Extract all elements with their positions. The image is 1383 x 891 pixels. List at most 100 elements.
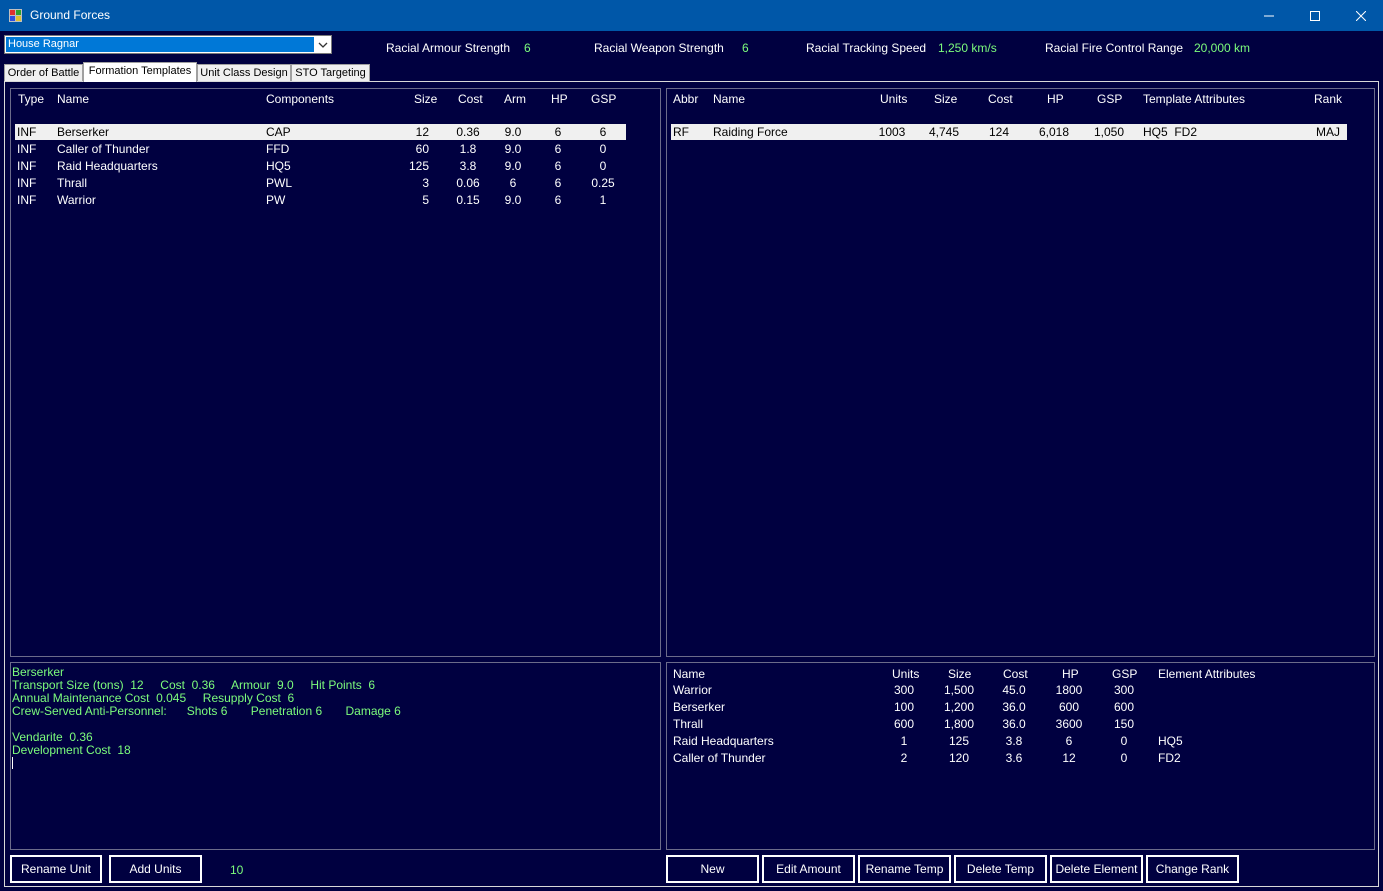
col-header-gsp[interactable]: GSP	[1112, 667, 1137, 681]
cell-type: INF	[17, 159, 37, 173]
unit-class-row[interactable]: INF Warrior PW 5 0.15 9.0 6 1	[15, 192, 626, 208]
unit-class-row[interactable]: INF Berserker CAP 12 0.36 9.0 6 6	[15, 124, 626, 140]
tab-formation-templates[interactable]: Formation Templates	[83, 62, 197, 82]
cell-arm: 9.0	[504, 142, 522, 156]
cell-size: 5	[422, 193, 429, 207]
cell-name: Berserker	[673, 700, 726, 714]
cell-gsp: 300	[1113, 683, 1135, 697]
col-header-gsp[interactable]: GSP	[591, 92, 616, 106]
cell-name: Warrior	[673, 683, 712, 697]
cell-units: 1	[900, 734, 908, 748]
col-header-type[interactable]: Type	[18, 92, 44, 106]
cell-size: 1,200	[943, 700, 975, 714]
edit-amount-button[interactable]: Edit Amount	[762, 855, 855, 883]
cell-cost: 45.0	[1002, 683, 1026, 697]
unit-class-row[interactable]: INF Caller of Thunder FFD 60 1.8 9.0 6 0	[15, 141, 626, 157]
race-dropdown[interactable]: House Ragnar	[4, 35, 332, 54]
tab-unit-class-design[interactable]: Unit Class Design	[197, 64, 291, 81]
cell-arm: 9.0	[504, 193, 522, 207]
chevron-down-icon	[318, 42, 328, 48]
cell-cost: 124	[988, 125, 1010, 139]
cell-cost: 0.36	[456, 125, 480, 139]
cell-size: 12	[415, 125, 429, 139]
col-header-gsp[interactable]: GSP	[1097, 92, 1122, 106]
col-header-abbr[interactable]: Abbr	[673, 92, 698, 106]
new-template-button[interactable]: New	[666, 855, 759, 883]
rename-template-button[interactable]: Rename Temp	[858, 855, 951, 883]
col-header-hp[interactable]: HP	[1047, 92, 1064, 106]
col-header-element-attributes[interactable]: Element Attributes	[1158, 667, 1255, 681]
cell-element-attributes: HQ5	[1158, 734, 1183, 748]
col-header-name[interactable]: Name	[673, 667, 705, 681]
minimize-icon	[1264, 15, 1274, 16]
element-row[interactable]: Caller of Thunder 2 120 3.6 12 0 FD2	[671, 750, 1351, 766]
add-units-amount[interactable]: 10	[230, 863, 243, 877]
col-header-rank[interactable]: Rank	[1314, 92, 1342, 106]
cell-components: PW	[266, 193, 286, 207]
cell-rank: MAJ	[1316, 125, 1340, 139]
maximize-button[interactable]	[1292, 0, 1338, 31]
col-header-arm[interactable]: Arm	[504, 92, 526, 106]
cell-hp: 6	[1065, 734, 1073, 748]
col-header-name[interactable]: Name	[713, 92, 745, 106]
col-header-size[interactable]: Size	[948, 667, 971, 681]
col-header-size[interactable]: Size	[934, 92, 957, 106]
cell-components: HQ5	[266, 159, 291, 173]
cell-gsp: 150	[1113, 717, 1135, 731]
col-header-hp[interactable]: HP	[1062, 667, 1079, 681]
col-header-cost[interactable]: Cost	[988, 92, 1013, 106]
element-row[interactable]: Berserker 100 1,200 36.0 600 600	[671, 699, 1351, 715]
cell-units: 2	[900, 751, 908, 765]
tab-sto-targeting[interactable]: STO Targeting	[291, 64, 370, 81]
tab-order-of-battle[interactable]: Order of Battle	[4, 64, 83, 81]
col-header-template-attributes[interactable]: Template Attributes	[1143, 92, 1245, 106]
col-header-name[interactable]: Name	[57, 92, 89, 106]
minimize-button[interactable]	[1246, 0, 1292, 31]
title-bar: Ground Forces	[0, 0, 1383, 31]
col-header-cost[interactable]: Cost	[458, 92, 483, 106]
cell-hp: 1800	[1055, 683, 1083, 697]
cell-units: 600	[893, 717, 915, 731]
app-icon	[9, 9, 22, 22]
col-header-units[interactable]: Units	[892, 667, 919, 681]
cell-cost: 0.15	[456, 193, 480, 207]
element-row[interactable]: Thrall 600 1,800 36.0 3600 150	[671, 716, 1351, 732]
cell-arm: 6	[509, 176, 517, 190]
unit-class-row[interactable]: INF Thrall PWL 3 0.06 6 6 0.25	[15, 175, 626, 191]
cell-hp: 3600	[1055, 717, 1083, 731]
cell-gsp: 0	[599, 159, 607, 173]
col-header-units[interactable]: Units	[880, 92, 907, 106]
col-header-cost[interactable]: Cost	[1003, 667, 1028, 681]
cell-hp: 6	[554, 176, 562, 190]
col-header-components[interactable]: Components	[266, 92, 334, 106]
rename-unit-button[interactable]: Rename Unit	[10, 855, 102, 883]
cell-template-attributes: HQ5 FD2	[1143, 125, 1198, 139]
template-list[interactable]	[666, 88, 1375, 657]
unit-class-row[interactable]: INF Raid Headquarters HQ5 125 3.8 9.0 6 …	[15, 158, 626, 174]
delete-template-button[interactable]: Delete Temp	[954, 855, 1047, 883]
close-button[interactable]	[1338, 0, 1383, 31]
col-header-size[interactable]: Size	[414, 92, 437, 106]
cell-arm: 9.0	[504, 125, 522, 139]
cell-abbr: RF	[673, 125, 689, 139]
cell-name: Raid Headquarters	[57, 159, 158, 173]
cell-type: INF	[17, 176, 37, 190]
col-header-hp[interactable]: HP	[551, 92, 568, 106]
cell-components: CAP	[266, 125, 291, 139]
element-row[interactable]: Warrior 300 1,500 45.0 1800 300	[671, 682, 1351, 698]
template-row[interactable]: RF Raiding Force 1003 4,745 124 6,018 1,…	[671, 124, 1347, 140]
cell-name: Raid Headquarters	[673, 734, 774, 748]
cell-name: Berserker	[57, 125, 110, 139]
cell-cost: 3.6	[1005, 751, 1023, 765]
element-row[interactable]: Raid Headquarters 1 125 3.8 6 0 HQ5	[671, 733, 1351, 749]
cell-gsp: 0	[599, 142, 607, 156]
add-units-button[interactable]: Add Units	[109, 855, 202, 883]
cell-cost: 3.8	[1005, 734, 1023, 748]
delete-element-button[interactable]: Delete Element	[1050, 855, 1143, 883]
maximize-icon	[1310, 10, 1320, 21]
racial-armour-value: 6	[524, 41, 531, 55]
cell-components: FFD	[266, 142, 290, 156]
cell-gsp: 0	[1120, 734, 1128, 748]
cell-gsp: 0.25	[591, 176, 615, 190]
change-rank-button[interactable]: Change Rank	[1146, 855, 1239, 883]
